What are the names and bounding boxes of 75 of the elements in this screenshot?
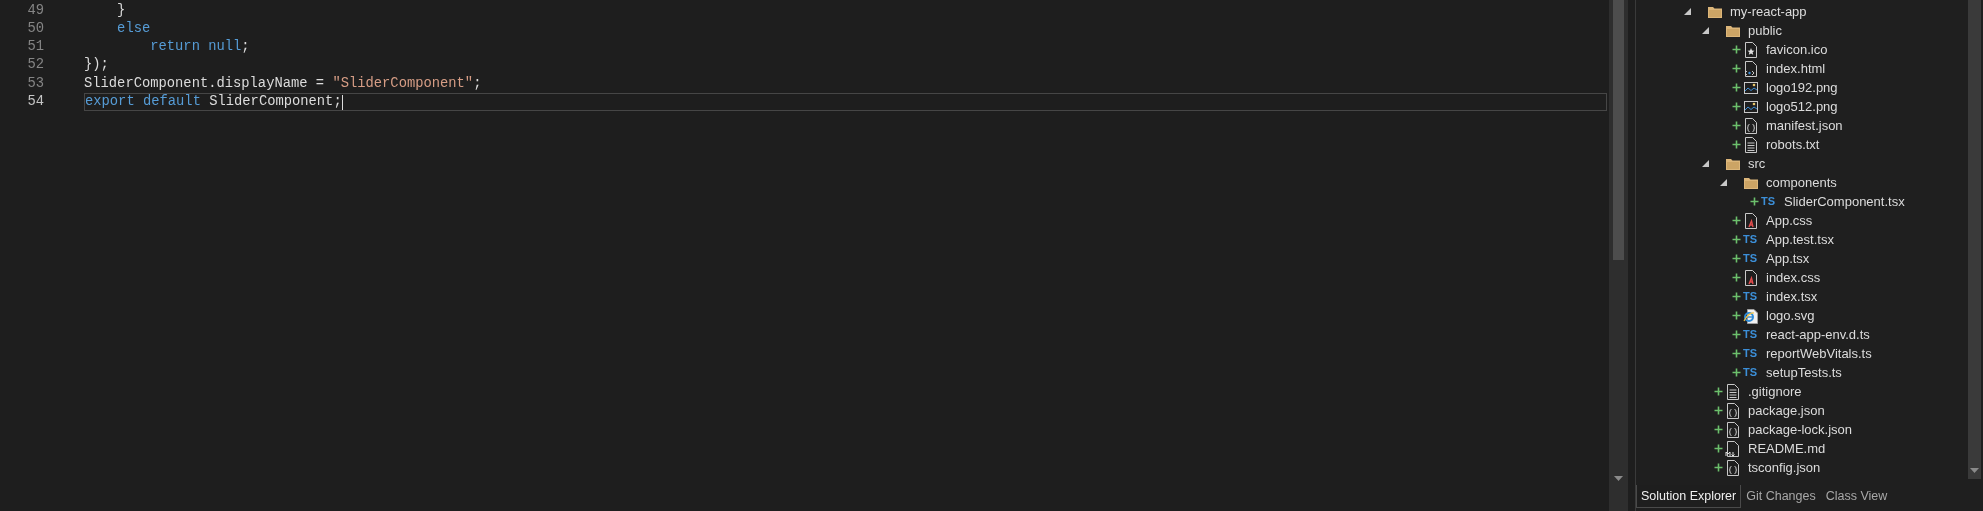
file-type-label: TS — [1743, 367, 1758, 378]
file-name[interactable]: App.test.tsx — [1766, 229, 1834, 250]
code-text: }); — [84, 56, 109, 75]
panel-tab[interactable]: Git Changes — [1741, 485, 1821, 508]
code-keyword: return null — [149, 38, 242, 57]
file-type-label: TS — [1743, 291, 1758, 302]
file-name[interactable]: reportWebVitals.ts — [1766, 343, 1872, 364]
code-text: ; — [473, 74, 482, 93]
image-file-icon — [1743, 98, 1759, 115]
folder-name[interactable]: public — [1748, 20, 1782, 41]
file-type-label: TS — [1743, 253, 1758, 264]
code-text: SliderComponent; — [208, 92, 342, 111]
editor-scrollbar[interactable] — [1609, 0, 1628, 511]
json-file-icon — [1725, 459, 1741, 476]
text-cursor — [341, 94, 343, 110]
file-type-label: TS — [1743, 348, 1758, 359]
line-number: 50 — [26, 19, 44, 38]
json-file-icon — [1725, 421, 1741, 438]
explorer-scrollbar[interactable] — [1968, 0, 1981, 479]
line-number: 53 — [26, 74, 44, 93]
file-name[interactable]: logo.svg — [1766, 305, 1815, 326]
file-name[interactable]: logo512.png — [1766, 96, 1838, 117]
file-name[interactable]: SliderComponent.tsx — [1784, 191, 1905, 212]
line-number: 51 — [26, 38, 44, 57]
file-name[interactable]: README.md — [1748, 438, 1826, 459]
panel-tab[interactable]: Class View — [1820, 485, 1893, 508]
line-number: 49 — [26, 1, 44, 20]
code-keyword: else — [116, 19, 151, 38]
file-name[interactable]: manifest.json — [1766, 115, 1843, 136]
expanded-arrow-icon[interactable] — [1701, 160, 1709, 167]
file-name[interactable]: index.css — [1766, 267, 1821, 288]
text-file-icon — [1725, 383, 1741, 400]
file-name[interactable]: index.tsx — [1766, 286, 1818, 307]
file-icon — [1743, 41, 1759, 58]
line-number: 52 — [26, 56, 44, 75]
browser-file-icon — [1743, 307, 1759, 324]
file-name[interactable]: App.css — [1766, 210, 1813, 231]
folder-name[interactable]: my-react-app — [1730, 1, 1807, 22]
file-name[interactable]: index.html — [1766, 58, 1826, 79]
css-file-icon — [1743, 269, 1759, 286]
code-text: ; — [241, 38, 250, 57]
file-type-label: TS — [1743, 329, 1758, 340]
scrollbar-thumb[interactable] — [1613, 0, 1624, 260]
code-file-icon — [1743, 60, 1759, 77]
json-file-icon — [1725, 402, 1741, 419]
expanded-arrow-icon[interactable] — [1719, 179, 1727, 186]
scroll-down-icon[interactable] — [1970, 468, 1979, 473]
markdown-file-icon — [1725, 440, 1741, 457]
file-type-label: TS — [1761, 196, 1776, 207]
file-name[interactable]: App.tsx — [1766, 248, 1810, 269]
file-name[interactable]: setupTests.ts — [1766, 362, 1842, 383]
code-keyword: export default — [85, 92, 201, 111]
folder-name[interactable]: components — [1766, 172, 1837, 193]
code-text: SliderComponent.displayName = — [84, 74, 326, 93]
file-type-label: TS — [1743, 234, 1758, 245]
panel-tab[interactable]: Solution Explorer — [1636, 485, 1742, 508]
file-name[interactable]: favicon.ico — [1766, 39, 1828, 60]
image-file-icon — [1743, 79, 1759, 96]
scroll-down-icon[interactable] — [1614, 476, 1623, 481]
expanded-arrow-icon[interactable] — [1701, 27, 1709, 34]
file-name[interactable]: tsconfig.json — [1748, 457, 1821, 478]
json-file-icon — [1743, 117, 1759, 134]
expanded-arrow-icon[interactable] — [1683, 8, 1691, 15]
css-file-icon — [1743, 212, 1759, 229]
line-number: 54 — [26, 92, 44, 111]
code-string: "SliderComponent" — [332, 74, 474, 93]
file-name[interactable]: logo192.png — [1766, 77, 1838, 98]
file-name[interactable]: .gitignore — [1748, 381, 1802, 402]
folder-name[interactable]: src — [1748, 153, 1766, 174]
code-text: } — [116, 1, 126, 20]
file-name[interactable]: react-app-env.d.ts — [1766, 324, 1870, 345]
text-file-icon — [1743, 136, 1759, 153]
file-name[interactable]: package-lock.json — [1748, 419, 1853, 440]
file-name[interactable]: package.json — [1748, 400, 1825, 421]
file-name[interactable]: robots.txt — [1766, 134, 1820, 155]
